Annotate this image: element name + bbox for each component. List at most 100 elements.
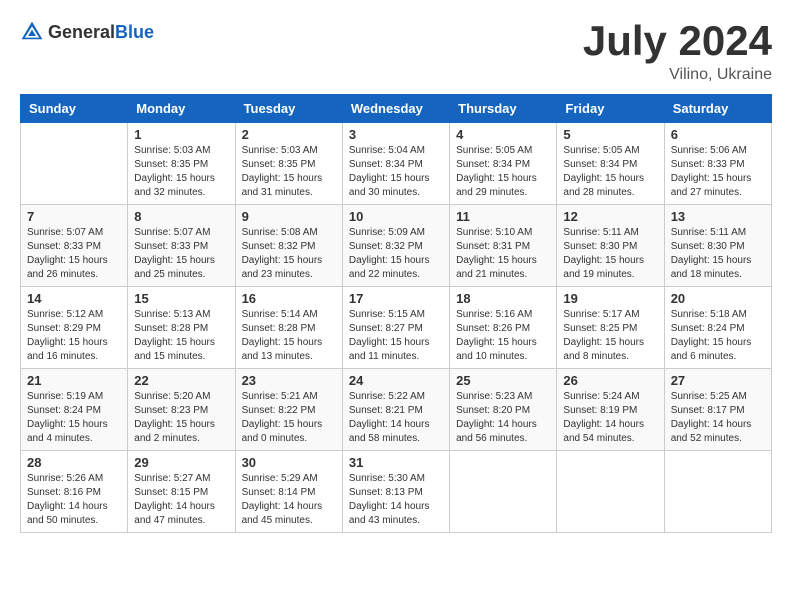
day-number: 25 [456,373,550,388]
day-info: Sunrise: 5:03 AM Sunset: 8:35 PM Dayligh… [134,144,228,200]
day-info: Sunrise: 5:17 AM Sunset: 8:25 PM Dayligh… [563,308,657,364]
calendar-cell-w2-d6: 12Sunrise: 5:11 AM Sunset: 8:30 PM Dayli… [557,205,664,287]
day-number: 28 [27,455,121,470]
header-saturday: Saturday [664,95,771,123]
calendar-cell-w2-d2: 8Sunrise: 5:07 AM Sunset: 8:33 PM Daylig… [128,205,235,287]
calendar-cell-w5-d2: 29 Sunrise: 5:27 AM Sunset: 8:15 PM Dayli… [128,451,235,533]
day-number: 3 [349,127,443,142]
day-number: 1 [134,127,228,142]
calendar-cell-w3-d4: 17Sunrise: 5:15 AM Sunset: 8:27 PM Dayli… [342,287,449,369]
calendar-cell-w5-d5 [450,451,557,533]
day-number: 26 [563,373,657,388]
day-number: 23 [242,373,336,388]
header-sunday: Sunday [21,95,128,123]
day-info: Sunrise: 5:29 AM Sunset: 8:14 PM Dayligh… [242,472,336,528]
calendar-cell-w1-d7: 6 Sunrise: 5:06 AM Sunset: 8:33 PM Daylig… [664,123,771,205]
location-subtitle: Vilino, Ukraine [583,66,772,84]
calendar-cell-w5-d4: 31 Sunrise: 5:30 AM Sunset: 8:13 PM Dayli… [342,451,449,533]
day-number: 31 [349,455,443,470]
logo: GeneralBlue [20,20,154,44]
day-info: Sunrise: 5:14 AM Sunset: 8:28 PM Dayligh… [242,308,336,364]
day-number: 27 [671,373,765,388]
calendar-cell-w5-d6 [557,451,664,533]
day-info: Sunrise: 5:23 AM Sunset: 8:20 PM Dayligh… [456,390,550,446]
calendar-cell-w5-d3: 30 Sunrise: 5:29 AM Sunset: 8:14 PM Dayli… [235,451,342,533]
day-info: Sunrise: 5:21 AM Sunset: 8:22 PM Dayligh… [242,390,336,446]
day-info: Sunrise: 5:27 AM Sunset: 8:15 PM Dayligh… [134,472,228,528]
header-tuesday: Tuesday [235,95,342,123]
day-number: 21 [27,373,121,388]
calendar-header-row: Sunday Monday Tuesday Wednesday Thursday… [21,95,772,123]
header-monday: Monday [128,95,235,123]
calendar-cell-w2-d3: 9 Sunrise: 5:08 AM Sunset: 8:32 PM Daylig… [235,205,342,287]
calendar-week-2: 7 Sunrise: 5:07 AM Sunset: 8:33 PM Daylig… [21,205,772,287]
calendar-week-3: 14Sunrise: 5:12 AM Sunset: 8:29 PM Dayli… [21,287,772,369]
day-number: 9 [242,209,336,224]
day-info: Sunrise: 5:16 AM Sunset: 8:26 PM Dayligh… [456,308,550,364]
day-number: 15 [134,291,228,306]
day-info: Sunrise: 5:18 AM Sunset: 8:24 PM Dayligh… [671,308,765,364]
day-info: Sunrise: 5:24 AM Sunset: 8:19 PM Dayligh… [563,390,657,446]
calendar-cell-w4-d1: 21 Sunrise: 5:19 AM Sunset: 8:24 PM Dayli… [21,369,128,451]
calendar-cell-w4-d4: 24Sunrise: 5:22 AM Sunset: 8:21 PM Dayli… [342,369,449,451]
day-info: Sunrise: 5:06 AM Sunset: 8:33 PM Dayligh… [671,144,765,200]
day-number: 10 [349,209,443,224]
day-info: Sunrise: 5:05 AM Sunset: 8:34 PM Dayligh… [456,144,550,200]
calendar-cell-w1-d1 [21,123,128,205]
day-info: Sunrise: 5:07 AM Sunset: 8:33 PM Dayligh… [27,226,121,282]
day-info: Sunrise: 5:09 AM Sunset: 8:32 PM Dayligh… [349,226,443,282]
day-number: 29 [134,455,228,470]
day-number: 7 [27,209,121,224]
day-number: 14 [27,291,121,306]
day-number: 22 [134,373,228,388]
calendar-cell-w1-d4: 3 Sunrise: 5:04 AM Sunset: 8:34 PM Daylig… [342,123,449,205]
day-number: 16 [242,291,336,306]
logo-icon [20,20,44,44]
day-number: 4 [456,127,550,142]
day-info: Sunrise: 5:26 AM Sunset: 8:16 PM Dayligh… [27,472,121,528]
calendar-cell-w1-d3: 2 Sunrise: 5:03 AM Sunset: 8:35 PM Daylig… [235,123,342,205]
day-number: 6 [671,127,765,142]
calendar-cell-w3-d5: 18Sunrise: 5:16 AM Sunset: 8:26 PM Dayli… [450,287,557,369]
calendar-week-4: 21 Sunrise: 5:19 AM Sunset: 8:24 PM Dayli… [21,369,772,451]
logo-blue-text: Blue [115,22,154,42]
calendar-cell-w5-d1: 28 Sunrise: 5:26 AM Sunset: 8:16 PM Dayli… [21,451,128,533]
calendar-cell-w1-d2: 1 Sunrise: 5:03 AM Sunset: 8:35 PM Daylig… [128,123,235,205]
day-number: 5 [563,127,657,142]
title-section: July 2024 Vilino, Ukraine [583,20,772,84]
day-number: 24 [349,373,443,388]
day-info: Sunrise: 5:10 AM Sunset: 8:31 PM Dayligh… [456,226,550,282]
day-info: Sunrise: 5:03 AM Sunset: 8:35 PM Dayligh… [242,144,336,200]
calendar-cell-w4-d7: 27Sunrise: 5:25 AM Sunset: 8:17 PM Dayli… [664,369,771,451]
day-info: Sunrise: 5:08 AM Sunset: 8:32 PM Dayligh… [242,226,336,282]
day-info: Sunrise: 5:04 AM Sunset: 8:34 PM Dayligh… [349,144,443,200]
day-info: Sunrise: 5:19 AM Sunset: 8:24 PM Dayligh… [27,390,121,446]
calendar-cell-w1-d6: 5 Sunrise: 5:05 AM Sunset: 8:34 PM Daylig… [557,123,664,205]
calendar-cell-w3-d3: 16 Sunrise: 5:14 AM Sunset: 8:28 PM Dayli… [235,287,342,369]
calendar-cell-w1-d5: 4 Sunrise: 5:05 AM Sunset: 8:34 PM Daylig… [450,123,557,205]
calendar-cell-w3-d6: 19Sunrise: 5:17 AM Sunset: 8:25 PM Dayli… [557,287,664,369]
day-number: 12 [563,209,657,224]
calendar-cell-w3-d1: 14Sunrise: 5:12 AM Sunset: 8:29 PM Dayli… [21,287,128,369]
header-friday: Friday [557,95,664,123]
logo-general-text: General [48,22,115,42]
day-info: Sunrise: 5:30 AM Sunset: 8:13 PM Dayligh… [349,472,443,528]
calendar-cell-w4-d5: 25 Sunrise: 5:23 AM Sunset: 8:20 PM Dayli… [450,369,557,451]
calendar-week-5: 28 Sunrise: 5:26 AM Sunset: 8:16 PM Dayli… [21,451,772,533]
day-number: 30 [242,455,336,470]
calendar-cell-w4-d6: 26 Sunrise: 5:24 AM Sunset: 8:19 PM Dayli… [557,369,664,451]
day-number: 2 [242,127,336,142]
calendar-cell-w2-d7: 13Sunrise: 5:11 AM Sunset: 8:30 PM Dayli… [664,205,771,287]
calendar-week-1: 1 Sunrise: 5:03 AM Sunset: 8:35 PM Daylig… [21,123,772,205]
calendar-table: Sunday Monday Tuesday Wednesday Thursday… [20,94,772,533]
day-number: 11 [456,209,550,224]
day-info: Sunrise: 5:05 AM Sunset: 8:34 PM Dayligh… [563,144,657,200]
calendar-cell-w4-d3: 23 Sunrise: 5:21 AM Sunset: 8:22 PM Dayli… [235,369,342,451]
calendar-cell-w3-d7: 20Sunrise: 5:18 AM Sunset: 8:24 PM Dayli… [664,287,771,369]
header-wednesday: Wednesday [342,95,449,123]
calendar-cell-w2-d5: 11 Sunrise: 5:10 AM Sunset: 8:31 PM Dayli… [450,205,557,287]
calendar-cell-w2-d1: 7 Sunrise: 5:07 AM Sunset: 8:33 PM Daylig… [21,205,128,287]
calendar-cell-w2-d4: 10 Sunrise: 5:09 AM Sunset: 8:32 PM Dayli… [342,205,449,287]
day-info: Sunrise: 5:20 AM Sunset: 8:23 PM Dayligh… [134,390,228,446]
page-header: GeneralBlue July 2024 Vilino, Ukraine [20,20,772,84]
